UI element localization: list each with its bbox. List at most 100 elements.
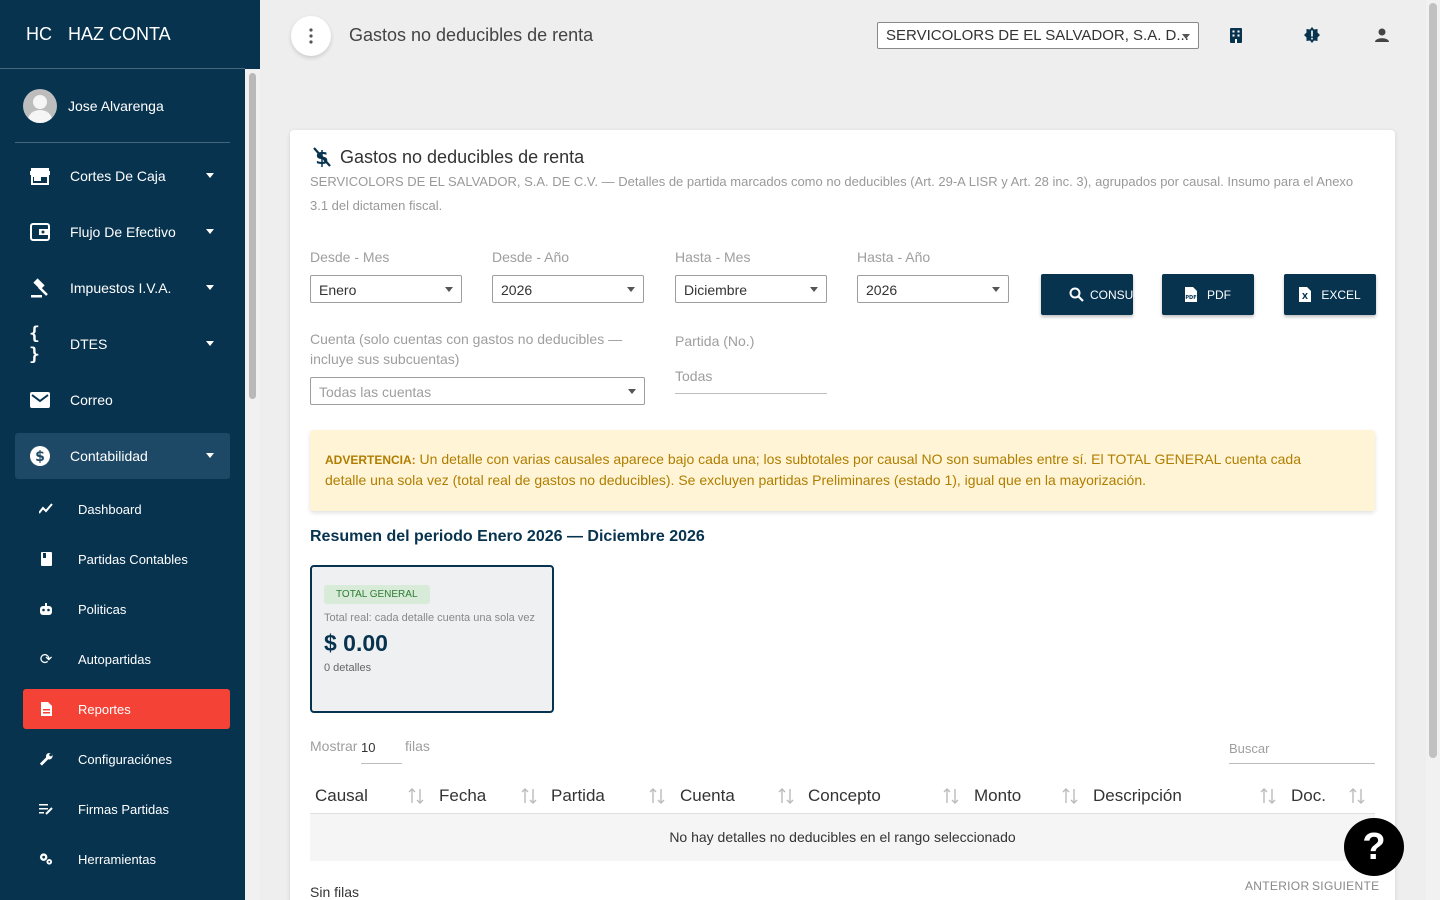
sidebar-subitem-label: Reportes bbox=[78, 701, 131, 717]
sort-icon[interactable] bbox=[943, 787, 959, 805]
svg-text:$: $ bbox=[35, 449, 45, 465]
sidebar-item-correo[interactable]: Correo bbox=[15, 377, 230, 423]
chevron-down-icon bbox=[206, 453, 214, 458]
sidebar-item-impuestos-iva[interactable]: Impuestos I.V.A. bbox=[15, 265, 230, 311]
sidebar-item-cortes-de-caja[interactable]: Cortes De Caja bbox=[15, 153, 230, 199]
sidebar-subitem-politicas[interactable]: Politicas bbox=[23, 589, 230, 629]
excel-button[interactable]: X EXCEL bbox=[1284, 274, 1376, 315]
table-empty-row: No hay detalles no deducibles en el rang… bbox=[310, 814, 1375, 861]
more-vert-icon bbox=[309, 28, 313, 44]
wrench-icon bbox=[39, 752, 53, 766]
money-off-icon: $ bbox=[312, 146, 334, 168]
card-description: SERVICOLORS DE EL SALVADOR, S.A. DE C.V.… bbox=[310, 174, 1354, 213]
user-profile[interactable]: Jose Alvarenga bbox=[15, 69, 230, 143]
sort-icon[interactable] bbox=[1349, 787, 1365, 805]
cuenta-select[interactable]: Todas las cuentas bbox=[310, 377, 645, 405]
sidebar-subitem-configuraciones[interactable]: Configuraciónes bbox=[23, 739, 230, 779]
alert-badge-icon[interactable] bbox=[1303, 26, 1321, 44]
column-descripcion[interactable]: Descripción bbox=[1093, 786, 1182, 806]
desde-anio-select[interactable]: 2026 bbox=[492, 275, 644, 303]
svg-text:X: X bbox=[1302, 292, 1309, 301]
total-amount: $ 0.00 bbox=[324, 630, 388, 656]
summary-title: Resumen del periodo Enero 2026 — Diciemb… bbox=[310, 528, 705, 545]
building-icon[interactable] bbox=[1227, 26, 1245, 44]
excel-label: EXCEL bbox=[1321, 287, 1361, 302]
sidebar-scrollbar[interactable] bbox=[245, 69, 260, 900]
more-menu-button[interactable] bbox=[291, 16, 331, 56]
sidebar-subitem-partidas-contables[interactable]: Partidas Contables bbox=[23, 539, 230, 579]
page-title: Gastos no deducibles de renta bbox=[349, 25, 594, 45]
brand-short: HC bbox=[26, 23, 52, 44]
braces-icon: { } bbox=[29, 323, 40, 365]
sync-icon: ⟳ bbox=[39, 651, 53, 668]
sort-icon[interactable] bbox=[1260, 787, 1276, 805]
document-icon bbox=[39, 702, 53, 716]
sort-icon[interactable] bbox=[521, 787, 537, 805]
sidebar-item-label: Correo bbox=[70, 392, 113, 408]
column-concepto[interactable]: Concepto bbox=[808, 786, 881, 806]
sort-icon[interactable] bbox=[649, 787, 665, 805]
svg-text:PDF: PDF bbox=[1185, 295, 1196, 301]
chevron-down-icon bbox=[206, 229, 214, 234]
signature-icon bbox=[39, 802, 53, 816]
sidebar-scrollbar-thumb[interactable] bbox=[249, 73, 256, 399]
main-scrollbar-thumb[interactable] bbox=[1429, 3, 1437, 758]
sort-icon[interactable] bbox=[408, 787, 424, 805]
alert-text: Un detalle con varias causales aparece b… bbox=[325, 451, 1302, 488]
sidebar-item-label: DTES bbox=[70, 336, 108, 352]
sidebar-subitem-autopartidas[interactable]: ⟳ Autopartidas bbox=[23, 639, 230, 679]
consultar-button[interactable]: CONSULTAR bbox=[1041, 274, 1133, 315]
column-causal[interactable]: Causal bbox=[315, 786, 368, 806]
chevron-down-icon bbox=[206, 285, 214, 290]
sidebar-subitem-label: Herramientas bbox=[78, 851, 157, 867]
wallet-icon bbox=[29, 221, 51, 243]
column-fecha[interactable]: Fecha bbox=[439, 786, 486, 806]
column-monto[interactable]: Monto bbox=[974, 786, 1021, 806]
partida-input[interactable]: Todas bbox=[675, 366, 827, 394]
sort-icon[interactable] bbox=[1062, 787, 1078, 805]
table-info: Sin filas bbox=[310, 884, 360, 900]
hasta-mes-select[interactable]: Diciembre bbox=[675, 275, 827, 303]
robot-icon bbox=[39, 602, 53, 616]
warning-alert: ADVERTENCIA: Un detalle con varias causa… bbox=[310, 430, 1375, 511]
column-doc[interactable]: Doc. bbox=[1291, 786, 1326, 806]
next-page-button[interactable]: SIGUIENTE bbox=[1312, 879, 1379, 893]
desde-mes-label: Desde - Mes bbox=[310, 249, 390, 265]
company-select[interactable]: SERVICOLORS DE EL SALVADOR, S.A. D... bbox=[877, 22, 1199, 49]
pdf-button[interactable]: PDF PDF bbox=[1162, 274, 1254, 315]
sidebar-subitem-label: Configuraciónes bbox=[78, 751, 172, 767]
sidebar-item-dtes[interactable]: { } DTES bbox=[15, 321, 230, 367]
sidebar-item-contabilidad[interactable]: $ Contabilidad bbox=[15, 433, 230, 479]
hasta-mes-label: Hasta - Mes bbox=[675, 249, 751, 265]
hasta-anio-select[interactable]: 2026 bbox=[857, 275, 1009, 303]
prev-page-button[interactable]: ANTERIOR bbox=[1245, 879, 1309, 893]
sort-icon[interactable] bbox=[778, 787, 794, 805]
alert-prefix: ADVERTENCIA: bbox=[325, 453, 416, 467]
help-button[interactable]: ? bbox=[1344, 818, 1404, 876]
person-icon[interactable] bbox=[1373, 26, 1391, 44]
sidebar-item-label: Contabilidad bbox=[70, 448, 148, 464]
brand[interactable]: HC HAZ CONTA bbox=[0, 0, 245, 69]
sidebar-subitem-firmas-partidas[interactable]: Firmas Partidas bbox=[23, 789, 230, 829]
main-scrollbar[interactable] bbox=[1426, 0, 1440, 900]
sidebar-nav: Cortes De Caja Flujo De Efectivo Impuest… bbox=[15, 153, 230, 479]
page-size-select[interactable]: 10 bbox=[361, 736, 402, 764]
sidebar-item-flujo-de-efectivo[interactable]: Flujo De Efectivo bbox=[15, 209, 230, 255]
sidebar-subitem-dashboard[interactable]: Dashboard bbox=[23, 489, 230, 529]
column-cuenta[interactable]: Cuenta bbox=[680, 786, 735, 806]
total-general-badge: TOTAL GENERAL bbox=[324, 585, 430, 604]
chevron-down-icon bbox=[206, 341, 214, 346]
total-general-card: TOTAL GENERAL Total real: cada detalle c… bbox=[310, 565, 554, 713]
gavel-icon bbox=[29, 277, 51, 299]
sidebar-subitem-label: Politicas bbox=[78, 601, 127, 617]
cuenta-label: Cuenta (solo cuentas con gastos no deduc… bbox=[310, 331, 623, 367]
table-search-input[interactable]: Buscar bbox=[1229, 736, 1375, 764]
sidebar-subnav: Dashboard Partidas Contables Politicas ⟳… bbox=[23, 489, 230, 879]
desde-mes-select[interactable]: Enero bbox=[310, 275, 462, 303]
sidebar-subitem-reportes[interactable]: Reportes bbox=[23, 689, 230, 729]
partida-label: Partida (No.) bbox=[675, 333, 755, 349]
pdf-file-icon: PDF bbox=[1185, 287, 1201, 303]
sidebar-subitem-herramientas[interactable]: Herramientas bbox=[23, 839, 230, 879]
column-partida[interactable]: Partida bbox=[551, 786, 605, 806]
show-label: Mostrar bbox=[310, 738, 358, 754]
